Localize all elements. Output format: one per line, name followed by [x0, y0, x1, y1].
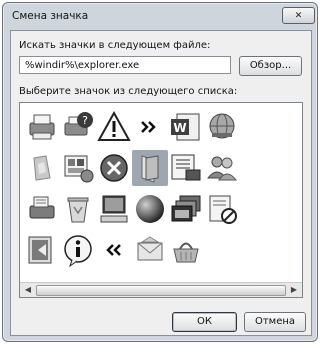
- icon-list-label: Выберите значок из следующего списка:: [19, 86, 238, 97]
- fax-printer-icon[interactable]: [24, 191, 60, 227]
- dialog-body: Искать значки в следующем файле: %windir…: [10, 30, 312, 336]
- recycle-bin-icon[interactable]: [60, 191, 96, 227]
- network-globe-icon[interactable]: [204, 109, 240, 145]
- word-document-icon[interactable]: W: [168, 109, 204, 145]
- blocked-document-icon[interactable]: [204, 191, 240, 227]
- forward-arrows-icon[interactable]: [132, 109, 168, 145]
- shopping-basket-icon[interactable]: [168, 232, 204, 268]
- control-panel-icon[interactable]: [60, 150, 96, 186]
- error-icon[interactable]: [96, 150, 132, 186]
- warning-icon[interactable]: [96, 109, 132, 145]
- close-button[interactable]: ✕: [282, 7, 315, 24]
- computer-list-icon[interactable]: [168, 150, 204, 186]
- users-icon[interactable]: [204, 150, 240, 186]
- windows-stack-icon[interactable]: [168, 191, 204, 227]
- browse-button[interactable]: Обзор...: [239, 56, 302, 76]
- icon-list[interactable]: ? W ◀ ▶: [19, 102, 303, 298]
- close-icon: ✕: [294, 10, 303, 21]
- info-icon[interactable]: [60, 232, 96, 268]
- folder-icon-selected[interactable]: [132, 150, 168, 186]
- window-title: Смена значка: [12, 10, 89, 22]
- scrollbar-thumb[interactable]: [36, 285, 286, 296]
- svg-text:W: W: [173, 121, 186, 135]
- dialog-window: Смена значка ✕ Искать значки в следующем…: [2, 2, 318, 342]
- printer-icon[interactable]: [24, 109, 60, 145]
- svg-text:?: ?: [82, 114, 88, 127]
- mail-envelope-icon[interactable]: [132, 232, 168, 268]
- globe-sphere-icon[interactable]: [132, 191, 168, 227]
- exit-icon[interactable]: [24, 232, 60, 268]
- file-path-input[interactable]: %windir%\explorer.exe: [19, 56, 231, 74]
- cancel-button[interactable]: Отмена: [244, 312, 306, 332]
- back-arrows-icon[interactable]: [96, 232, 132, 268]
- file-label: Искать значки в следующем файле:: [19, 40, 211, 51]
- recycle-blank-icon[interactable]: [24, 150, 60, 186]
- horizontal-scrollbar[interactable]: ◀ ▶: [20, 282, 302, 297]
- scroll-right-icon[interactable]: ▶: [287, 284, 301, 296]
- help-printer-icon[interactable]: ?: [60, 109, 96, 145]
- computer-icon[interactable]: [96, 191, 132, 227]
- ok-button[interactable]: ОК: [172, 312, 237, 332]
- scroll-left-icon[interactable]: ◀: [21, 284, 35, 296]
